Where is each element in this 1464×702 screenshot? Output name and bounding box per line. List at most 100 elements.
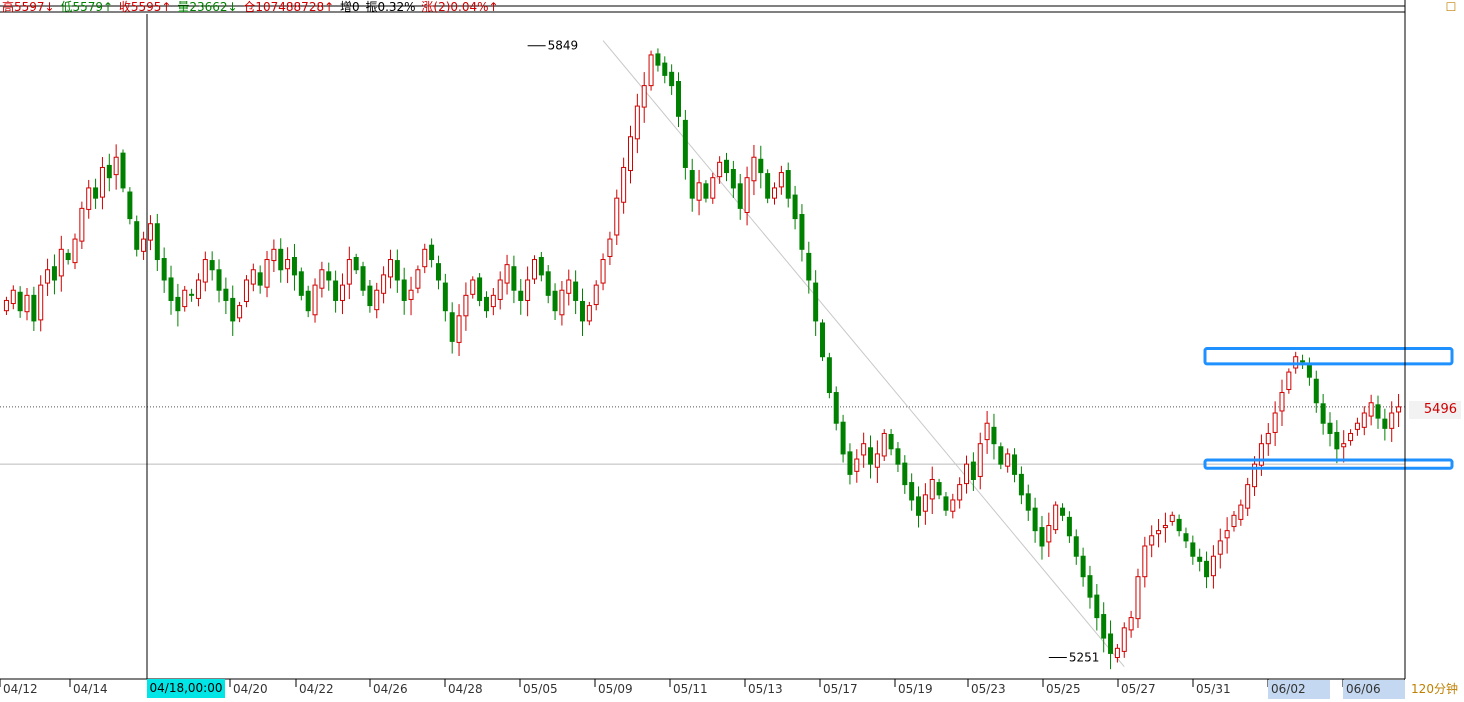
candle-body <box>99 166 105 198</box>
candle-body <box>1128 617 1134 631</box>
candle-body <box>888 433 894 450</box>
candle-body <box>1245 484 1251 509</box>
candle-body <box>840 421 846 455</box>
candle-body <box>1032 507 1038 532</box>
candle-body <box>305 290 311 312</box>
candle-body <box>17 291 23 312</box>
candle <box>1135 568 1141 628</box>
candle-body <box>778 172 784 188</box>
candle-body <box>237 305 243 319</box>
candle-body <box>202 259 208 283</box>
candle-body <box>1135 576 1141 620</box>
x-tick-label: 06/06 <box>1346 682 1381 696</box>
candlestick-chart[interactable]: 5849 5251 04/12 04/14 04/20 04/22 04/26 04/28 0… <box>0 0 1464 699</box>
candle-body <box>189 293 195 296</box>
candle-body <box>497 279 503 300</box>
candle-body <box>1066 516 1072 537</box>
candle-body <box>1361 412 1367 428</box>
candle-body <box>1354 422 1360 430</box>
chart-canvas[interactable]: 5849 5251 04/12 04/14 04/20 04/22 04/26 04/28 0… <box>0 0 1464 699</box>
candle-body <box>902 462 908 486</box>
candle-body <box>744 177 750 213</box>
candle <box>298 267 304 301</box>
candle-body <box>1018 473 1024 496</box>
candle-body <box>991 426 997 445</box>
candle-body <box>1149 535 1155 546</box>
candle-body <box>964 463 970 485</box>
candle-body <box>216 269 222 291</box>
extreme-label: 5849 <box>548 39 579 53</box>
candle-body <box>1094 594 1100 619</box>
candle-body <box>847 451 853 475</box>
candle-body <box>730 169 736 189</box>
candle-body <box>319 269 325 289</box>
settings-icon[interactable]: ☐ <box>1442 0 1460 14</box>
candle-body <box>38 284 44 321</box>
oi-change-value: 增0 <box>339 0 360 14</box>
candle-body <box>820 322 826 358</box>
candle-body <box>45 269 51 284</box>
candle-body <box>51 266 57 281</box>
candle-body <box>717 161 723 178</box>
candle-body <box>1327 422 1333 434</box>
candle-body <box>799 214 805 250</box>
candle-body <box>1224 530 1230 539</box>
candle-body <box>1375 404 1381 419</box>
candle-body <box>58 248 64 277</box>
candle-body <box>929 479 935 500</box>
candle-body <box>943 496 949 511</box>
candle-body <box>545 271 551 296</box>
x-tick-label: 04/12 <box>3 682 38 696</box>
candle-body <box>1190 542 1196 557</box>
candle-body <box>1039 527 1045 547</box>
candle-body <box>285 259 291 270</box>
candle-body <box>195 279 201 299</box>
candle-body <box>339 284 345 301</box>
candle-body <box>600 259 606 284</box>
candle-body <box>826 357 832 394</box>
candle-body <box>1210 555 1216 577</box>
candle-body <box>1012 454 1018 475</box>
candle-body <box>333 280 339 301</box>
candle-body <box>531 259 537 280</box>
period-selector[interactable]: 120分钟 <box>1405 679 1464 699</box>
high-price: 高5597↓ <box>2 0 55 14</box>
candle-body <box>1286 371 1292 390</box>
x-tick-label: 05/31 <box>1196 682 1231 696</box>
candle-body <box>765 173 771 199</box>
candle-body <box>65 252 71 261</box>
extreme-label: 5251 <box>1069 651 1100 665</box>
x-tick-label: 05/17 <box>823 682 858 696</box>
x-tick-label: 04/22 <box>299 682 334 696</box>
candle-body <box>243 279 249 302</box>
candle <box>881 429 887 461</box>
candle-body <box>120 152 126 189</box>
candle-body <box>1231 514 1237 528</box>
candle <box>820 319 826 362</box>
candle-body <box>134 221 140 250</box>
candle-body <box>1306 364 1312 378</box>
candle-body <box>1156 530 1162 535</box>
x-tick-label: 04/28 <box>448 682 483 696</box>
candle <box>765 169 771 204</box>
candle <box>120 149 126 193</box>
candle-body <box>401 279 407 301</box>
candle-body <box>1396 406 1402 413</box>
candle-body <box>346 259 352 285</box>
candle-body <box>1073 536 1079 557</box>
x-tick-label: 05/09 <box>598 682 633 696</box>
candle-body <box>1348 432 1354 442</box>
candle-body <box>1080 555 1086 578</box>
candle-body <box>93 187 99 199</box>
candle-body <box>106 164 112 179</box>
candle-body <box>593 284 599 306</box>
candle-body <box>909 482 915 501</box>
candle-body <box>607 238 613 257</box>
candle-body <box>415 269 421 289</box>
candle-body <box>854 458 860 472</box>
candle-body <box>1142 545 1148 578</box>
candle-body <box>957 484 963 501</box>
candle-body <box>518 290 524 301</box>
candle-body <box>737 183 743 209</box>
candle-body <box>182 289 188 308</box>
